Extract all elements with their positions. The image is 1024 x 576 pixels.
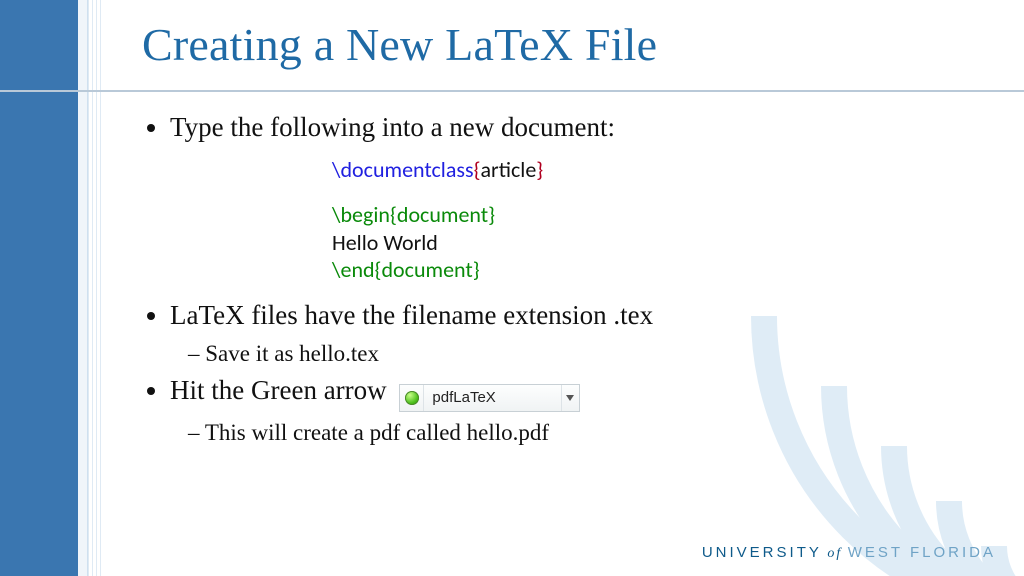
footer-west-florida: WEST FLORIDA xyxy=(848,544,996,561)
bullet-green-arrow-text: Hit the Green arrow xyxy=(170,375,387,405)
code-line-3: Hello World xyxy=(332,229,984,257)
title-separator xyxy=(0,90,1024,92)
footer-of: of xyxy=(822,546,848,561)
left-rule xyxy=(88,0,104,576)
subbullet-pdf: This will create a pdf called hello.pdf xyxy=(188,420,984,446)
play-icon xyxy=(405,391,419,405)
left-band xyxy=(0,0,78,576)
slide: Creating a New LaTeX File Type the follo… xyxy=(0,0,1024,576)
chevron-down-icon xyxy=(566,395,574,401)
slide-title: Creating a New LaTeX File xyxy=(142,18,657,71)
tex-arg: article xyxy=(481,156,537,183)
bullet-extension: LaTeX files have the filename extension … xyxy=(170,298,984,334)
left-accent xyxy=(78,0,88,576)
dropdown-caret[interactable] xyxy=(561,385,579,411)
bullet-type-document: Type the following into a new document: xyxy=(170,110,984,146)
code-line-2: \begin{document} xyxy=(332,201,984,229)
footer-branding: UNIVERSITY of WEST FLORIDA xyxy=(702,544,996,562)
code-line-1: \documentclass{article} xyxy=(332,156,984,184)
tex-command: \documentclass xyxy=(332,156,474,183)
code-line-4: \end{document} xyxy=(332,256,984,284)
compile-dropdown[interactable]: pdfLaTeX xyxy=(399,384,579,412)
dropdown-label: pdfLaTeX xyxy=(424,388,560,408)
content-area: Type the following into a new document: … xyxy=(142,110,984,452)
run-button[interactable] xyxy=(400,385,424,411)
brace-open: { xyxy=(474,156,481,183)
latex-code-block: \documentclass{article} \begin{document}… xyxy=(332,156,984,284)
bullet-green-arrow: Hit the Green arrow pdfLaTeX xyxy=(170,373,984,412)
footer-university: UNIVERSITY xyxy=(702,544,822,561)
brace-close: } xyxy=(536,156,543,183)
subbullet-save: Save it as hello.tex xyxy=(188,341,984,367)
